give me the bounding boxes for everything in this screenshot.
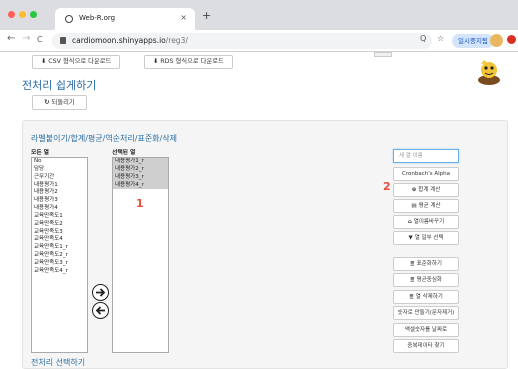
excel-date-button[interactable]: 액셀숫자를 날짜로: [393, 323, 459, 337]
reset-button[interactable]: ↻ 되돌리기: [32, 95, 87, 110]
maximize-window-button[interactable]: [30, 11, 37, 18]
calculator-icon: ▤: [411, 203, 417, 209]
forward-icon[interactable]: →: [22, 33, 30, 44]
list-item[interactable]: 내용평가1_r: [113, 158, 168, 166]
profile-paused-badge[interactable]: 일시중지됨: [452, 34, 494, 48]
url-host: cardiomoon.shinyapps.io: [72, 36, 166, 45]
to-numeric-button[interactable]: 숫자로 만들기(문자제거): [393, 306, 459, 320]
list-icon: ≣: [410, 277, 415, 283]
list-item[interactable]: 교육만족도1: [32, 213, 87, 221]
back-icon[interactable]: ←: [7, 33, 15, 44]
list-item[interactable]: 교육만족도4_r: [32, 268, 87, 276]
list-item[interactable]: 담당: [32, 166, 87, 174]
list-item[interactable]: 교육만족도1_r: [32, 244, 87, 252]
annotation-marker-1: 1: [136, 197, 144, 210]
bookmark-star-icon[interactable]: ☆: [437, 34, 444, 43]
list-item[interactable]: 교육만족도3_r: [32, 260, 87, 268]
new-column-name-input[interactable]: 새 열 이름: [393, 149, 459, 163]
list-item[interactable]: 내용평가2_r: [113, 165, 168, 174]
delete-column-button[interactable]: ≣ 열 삭제하기: [393, 290, 459, 304]
all-columns-label: 모든 열: [31, 150, 50, 156]
all-columns-listbox[interactable]: No 담당 근무기간 내용평가1 내용평가2 내용평가3 내용평가4 교육만족도1 교육만족도2…: [31, 157, 88, 353]
undo-icon: ↻: [44, 99, 50, 106]
close-window-button[interactable]: [8, 11, 15, 18]
url-path: /reg3/: [165, 36, 188, 45]
minimize-window-button[interactable]: [19, 11, 26, 18]
mean-button[interactable]: ▤ 평균 계산: [393, 199, 459, 213]
list-item[interactable]: 내용평가3: [32, 197, 87, 205]
arrow-right-icon: [96, 288, 106, 297]
find-duplicates-button[interactable]: 중복데이타 찾기: [393, 339, 459, 353]
rds-download-button[interactable]: ⬇ RDS 형식으로 다운로드: [144, 55, 233, 69]
list-item[interactable]: 근무기간: [32, 174, 87, 182]
download-icon: ⬇: [153, 58, 159, 65]
mean-center-button[interactable]: ≣ 평균중심화: [393, 273, 459, 287]
home-icon: ⌂: [407, 219, 412, 225]
collapsed-tab[interactable]: [374, 52, 392, 57]
new-tab-button[interactable]: +: [202, 9, 211, 22]
favicon-icon: [65, 15, 73, 23]
standardize-button[interactable]: ≣ 표준화하기: [393, 257, 459, 271]
arrow-left-icon: [95, 306, 105, 315]
list-item[interactable]: 교육만족도2_r: [32, 252, 87, 260]
browser-tab[interactable]: Web-R.org ×: [55, 8, 195, 30]
close-tab-icon[interactable]: ×: [180, 13, 187, 22]
address-bar: ← → C cardiomoon.shinyapps.io/reg3/ Q ☆ …: [0, 30, 518, 52]
tab-title: Web-R.org: [79, 14, 116, 22]
plus-circle-icon: ⊕: [411, 187, 417, 193]
list-item[interactable]: No: [32, 158, 87, 166]
avatar[interactable]: [490, 34, 503, 47]
cronbach-alpha-button[interactable]: Cronbach's Alpha: [393, 167, 459, 181]
select-columns-button[interactable]: ▼ 열 일부 선택: [393, 231, 459, 245]
list-item[interactable]: 교육만족도2: [32, 221, 87, 229]
move-right-button[interactable]: [92, 284, 109, 301]
selected-columns-listbox[interactable]: 내용평가1_r 내용평가2_r 내용평가3_r 내용평가4_r: [112, 157, 169, 353]
section-title: 라벨붙이기/합계/평균/역순처리/표준화/삭제: [31, 134, 177, 143]
extension-icon[interactable]: [507, 35, 516, 44]
mascot-logo-icon: [478, 60, 500, 85]
list-icon: ≣: [410, 261, 415, 267]
csv-download-button[interactable]: ⬇ CSV 형식으로 다운로드: [32, 55, 121, 69]
selected-columns-label: 선택된 열: [112, 150, 136, 156]
url-field[interactable]: cardiomoon.shinyapps.io/reg3/: [52, 33, 432, 49]
page-title: 전처리 쉽게하기: [22, 79, 97, 92]
annotation-marker-2: 2: [383, 180, 391, 193]
sum-button[interactable]: ⊕ 합계 계산: [393, 183, 459, 197]
list-icon: ≣: [409, 294, 414, 300]
download-icon: ⬇: [41, 58, 47, 65]
list-item[interactable]: 내용평가4_r: [113, 181, 168, 190]
reload-icon[interactable]: C: [37, 35, 43, 44]
list-item[interactable]: 내용평가3_r: [113, 173, 168, 182]
rename-column-button[interactable]: ⌂ 열이름바꾸기: [393, 215, 459, 229]
zoom-icon[interactable]: Q: [420, 34, 426, 43]
browser-tab-bar: Web-R.org × +: [0, 0, 518, 30]
filter-icon: ▼: [408, 235, 413, 241]
preprocess-select-title: 전처리 선택하기: [31, 358, 86, 367]
move-left-button[interactable]: [92, 302, 109, 319]
lock-icon: [60, 37, 66, 44]
list-item[interactable]: 내용평가4: [32, 205, 87, 213]
